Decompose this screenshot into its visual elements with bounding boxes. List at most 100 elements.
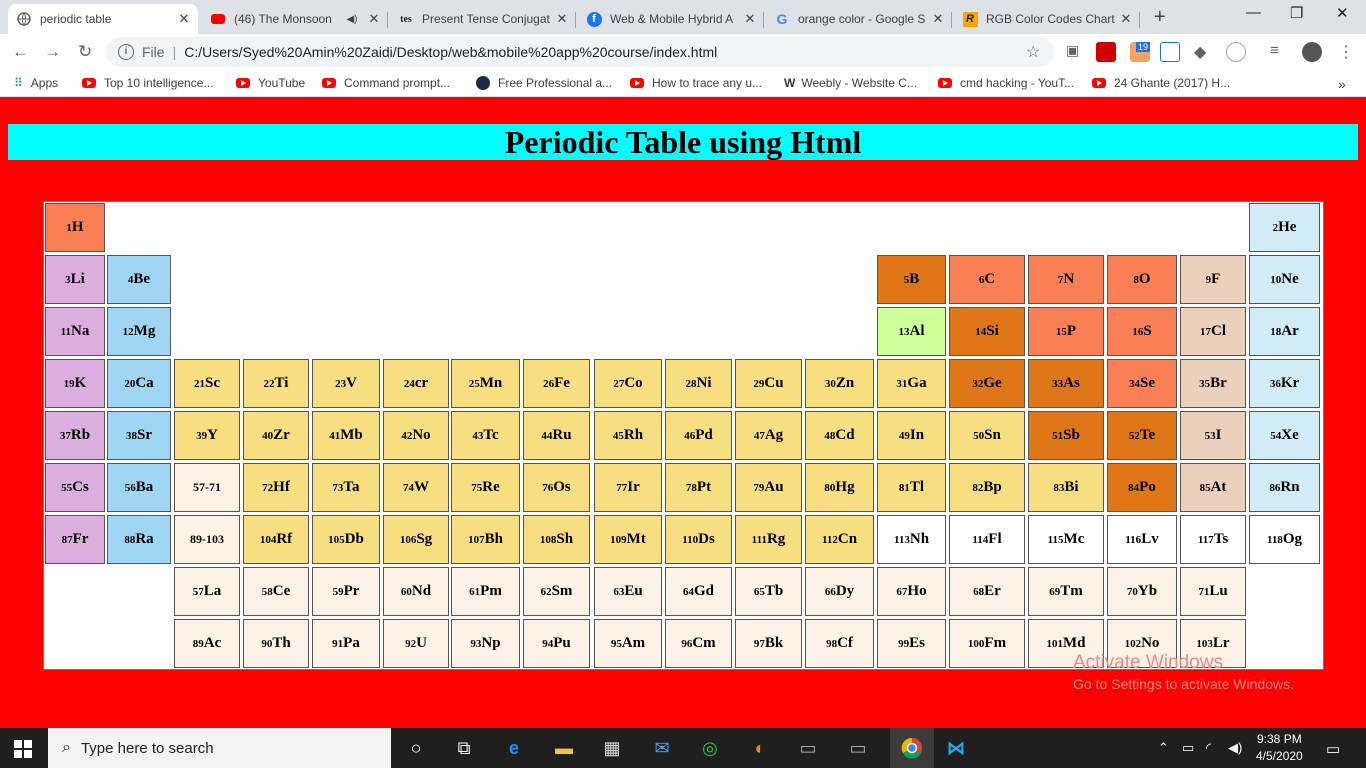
- youtube-icon: [210, 11, 226, 27]
- tab-periodic-table[interactable]: periodic table ✕: [8, 4, 198, 34]
- element-symbol: Cu: [764, 375, 784, 391]
- element-cell-og: 118 Og: [1249, 515, 1320, 564]
- atomic-number: 98: [826, 637, 838, 650]
- element-cell-tm: 69 Tm: [1028, 567, 1104, 616]
- element-cell-ne: 10 Ne: [1249, 255, 1320, 304]
- minimize-button[interactable]: —: [1246, 4, 1261, 21]
- atomic-number: 28: [685, 377, 697, 390]
- maximize-button[interactable]: ❐: [1290, 4, 1303, 22]
- element-cell-os: 76 Os: [523, 463, 590, 512]
- atomic-number: 27: [613, 377, 625, 390]
- element-cell-ce: 58 Ce: [243, 567, 309, 616]
- element-symbol: Lv: [1141, 531, 1159, 547]
- back-button[interactable]: ←: [12, 42, 29, 62]
- element-cell-np: 93 Np: [451, 619, 520, 668]
- edge-icon[interactable]: e: [502, 736, 526, 760]
- calendar-extension-icon[interactable]: 19: [1130, 42, 1150, 62]
- forward-button[interactable]: →: [44, 42, 61, 62]
- tray-overflow-icon[interactable]: ⌃: [1158, 740, 1169, 756]
- menu-icon[interactable]: ⋮: [1336, 42, 1356, 62]
- mail-icon[interactable]: ✉: [650, 736, 674, 760]
- shield-extension-icon[interactable]: [1226, 42, 1246, 62]
- bookmark-apps[interactable]: ⠿ Apps: [14, 76, 58, 90]
- bookmark-star-icon[interactable]: ☆: [1026, 42, 1040, 62]
- element-symbol: Rh: [623, 427, 644, 443]
- element-symbol: No: [1141, 635, 1160, 651]
- windows-start-icon[interactable]: [14, 740, 32, 763]
- bookmark-24-ghante[interactable]: 24 Ghante (2017) H...: [1092, 76, 1230, 90]
- globe-icon: [16, 11, 32, 27]
- atomic-number: 111: [751, 533, 767, 546]
- bookmark-free-professional[interactable]: Free Professional a...: [476, 76, 612, 90]
- volume-icon[interactable]: ◀): [1228, 740, 1242, 756]
- camera-icon[interactable]: ▣: [1066, 42, 1086, 62]
- atomic-number: 55: [61, 481, 73, 494]
- store-icon[interactable]: ▦: [600, 736, 624, 760]
- bookmark-weebly[interactable]: W Weebly - Website C...: [784, 76, 917, 90]
- mute-icon[interactable]: ◀): [344, 14, 360, 25]
- close-window-button[interactable]: ✕: [1336, 4, 1349, 22]
- task-view-icon[interactable]: ⧉: [452, 736, 476, 760]
- bookmarks-bar: ⠿ Apps Top 10 intelligence... YouTube Co…: [0, 71, 1366, 97]
- new-tab-button[interactable]: +: [1154, 6, 1166, 29]
- notifications-icon[interactable]: ▭: [1326, 740, 1340, 758]
- avatar[interactable]: [1302, 42, 1322, 62]
- element-symbol: Pm: [480, 583, 502, 599]
- media-control-icon[interactable]: ≡: [1270, 42, 1290, 62]
- atomic-number: 82: [972, 481, 984, 494]
- taskbar-search-box[interactable]: ⌕ Type here to search: [48, 728, 391, 768]
- circle-app-icon[interactable]: ◎: [698, 736, 722, 760]
- close-tab-icon[interactable]: ✕: [930, 11, 946, 27]
- element-cell-sg: 106 Sg: [383, 515, 449, 564]
- tab-facebook[interactable]: f Web & Mobile Hybrid A ✕: [578, 4, 764, 34]
- atomic-number: 94: [542, 637, 554, 650]
- chrome-taskbar-icon[interactable]: [890, 728, 934, 768]
- bookmark-trace[interactable]: How to trace any u...: [630, 76, 762, 90]
- element-symbol: Ni: [696, 375, 712, 391]
- bookmarks-overflow-icon[interactable]: »: [1338, 76, 1346, 92]
- close-tab-icon[interactable]: ✕: [1118, 11, 1134, 27]
- tab-rgb-chart[interactable]: R RGB Color Codes Chart ✕: [954, 4, 1140, 34]
- diamond-extension-icon[interactable]: ◆: [1194, 42, 1214, 62]
- atomic-number: 51: [1052, 429, 1064, 442]
- bookmark-youtube[interactable]: YouTube: [236, 76, 305, 90]
- wifi-icon[interactable]: ◜: [1206, 740, 1211, 756]
- atomic-number: 35: [1199, 377, 1211, 390]
- atomic-number: 95: [610, 637, 622, 650]
- window-app-icon[interactable]: ▭: [796, 736, 820, 760]
- bookmark-command-prompt[interactable]: Command prompt...: [322, 76, 450, 90]
- element-cell-cu: 29 Cu: [735, 359, 802, 408]
- element-cell-mn: 25 Mn: [451, 359, 520, 408]
- info-icon[interactable]: i: [118, 44, 134, 60]
- close-tab-icon[interactable]: ✕: [366, 11, 382, 27]
- youtube-icon: [82, 78, 96, 88]
- atomic-number: 85: [1199, 481, 1211, 494]
- atomic-number: 86: [1269, 481, 1281, 494]
- element-symbol: Fl: [988, 531, 1002, 547]
- n-extension-icon[interactable]: [1160, 42, 1180, 62]
- system-clock[interactable]: 9:38 PM 4/5/2020: [1256, 731, 1303, 765]
- cortana-icon[interactable]: ○: [404, 736, 428, 760]
- reload-button[interactable]: ↻: [78, 42, 92, 62]
- file-explorer-icon[interactable]: ▬: [552, 736, 576, 760]
- vscode-icon[interactable]: ⋈: [944, 736, 968, 760]
- atomic-number: 34: [1129, 377, 1140, 390]
- battery-icon[interactable]: ▭: [1182, 740, 1194, 756]
- close-tab-icon[interactable]: ✕: [554, 11, 570, 27]
- address-bar[interactable]: i File | C:/Users/Syed%20Amin%20Zaidi/De…: [106, 37, 1054, 67]
- bookmark-top10[interactable]: Top 10 intelligence...: [82, 76, 213, 90]
- close-tab-icon[interactable]: ✕: [742, 11, 758, 27]
- bookmark-cmd-hacking[interactable]: cmd hacking - YouT...: [938, 76, 1074, 90]
- orange-app-icon[interactable]: ◐: [748, 736, 772, 760]
- atomic-number: 66: [824, 585, 836, 598]
- tab-youtube-monsoon[interactable]: (46) The Monsoon ◀) ✕: [202, 4, 388, 34]
- element-symbol: H: [71, 219, 84, 235]
- pdf-extension-icon[interactable]: [1096, 42, 1116, 62]
- cmd-icon[interactable]: ▭: [846, 736, 870, 760]
- element-cell-ra: 88 Ra: [107, 515, 171, 564]
- close-tab-icon[interactable]: ✕: [176, 11, 192, 27]
- tab-tes[interactable]: tes Present Tense Conjugat ✕: [390, 4, 576, 34]
- tab-google[interactable]: G orange color - Google S ✕: [766, 4, 952, 34]
- element-symbol: Bp: [983, 479, 1002, 495]
- element-symbol: Al: [909, 323, 925, 339]
